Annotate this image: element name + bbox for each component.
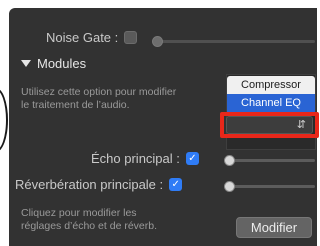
footer-note: Cliquez pour modifier les réglages d’éch… bbox=[21, 207, 221, 233]
reverb-checkbox[interactable]: ✓ bbox=[169, 178, 183, 191]
module-item-channel-eq[interactable]: Channel EQ bbox=[227, 94, 315, 112]
noise-gate-checkbox[interactable] bbox=[124, 31, 138, 44]
edge-decoration bbox=[0, 88, 8, 152]
modules-description: Utilisez cette option pour modifier le t… bbox=[21, 86, 221, 112]
echo-label: Écho principal : bbox=[91, 151, 180, 166]
modules-description-line1: Utilisez cette option pour modifier bbox=[21, 86, 177, 98]
reverb-slider-track[interactable] bbox=[227, 185, 315, 188]
reverb-label: Réverbération principale : bbox=[15, 177, 164, 192]
footer-note-line1: Cliquez pour modifier les bbox=[21, 207, 137, 219]
checkmark-icon: ✓ bbox=[171, 179, 180, 190]
modules-header: Modules bbox=[37, 56, 87, 71]
echo-checkbox[interactable]: ✓ bbox=[185, 152, 199, 165]
checkmark-icon: ✓ bbox=[188, 153, 197, 164]
modify-button[interactable]: Modifier bbox=[236, 217, 312, 238]
modules-disclosure[interactable]: Modules bbox=[21, 56, 86, 71]
noise-gate-row: Noise Gate : bbox=[46, 30, 138, 45]
reverb-slider-knob[interactable] bbox=[224, 181, 235, 192]
modules-description-line2: le traitement de l’audio. bbox=[21, 99, 130, 111]
audio-settings-panel: Noise Gate : Modules Utilisez cette opti… bbox=[9, 8, 319, 246]
noise-gate-slider-track[interactable] bbox=[155, 40, 315, 43]
reverb-row: Réverbération principale : ✓ bbox=[15, 177, 183, 192]
noise-gate-slider-knob[interactable] bbox=[152, 36, 163, 47]
echo-row: Écho principal : ✓ bbox=[91, 151, 199, 166]
footer-note-line2: réglages d’écho et de réverb. bbox=[21, 220, 158, 232]
echo-slider-knob[interactable] bbox=[224, 155, 235, 166]
highlight-box bbox=[220, 112, 319, 138]
noise-gate-label: Noise Gate : bbox=[46, 30, 119, 45]
module-item-compressor[interactable]: Compressor bbox=[227, 76, 315, 94]
disclosure-triangle-icon bbox=[21, 60, 31, 67]
echo-slider-track[interactable] bbox=[227, 159, 315, 162]
